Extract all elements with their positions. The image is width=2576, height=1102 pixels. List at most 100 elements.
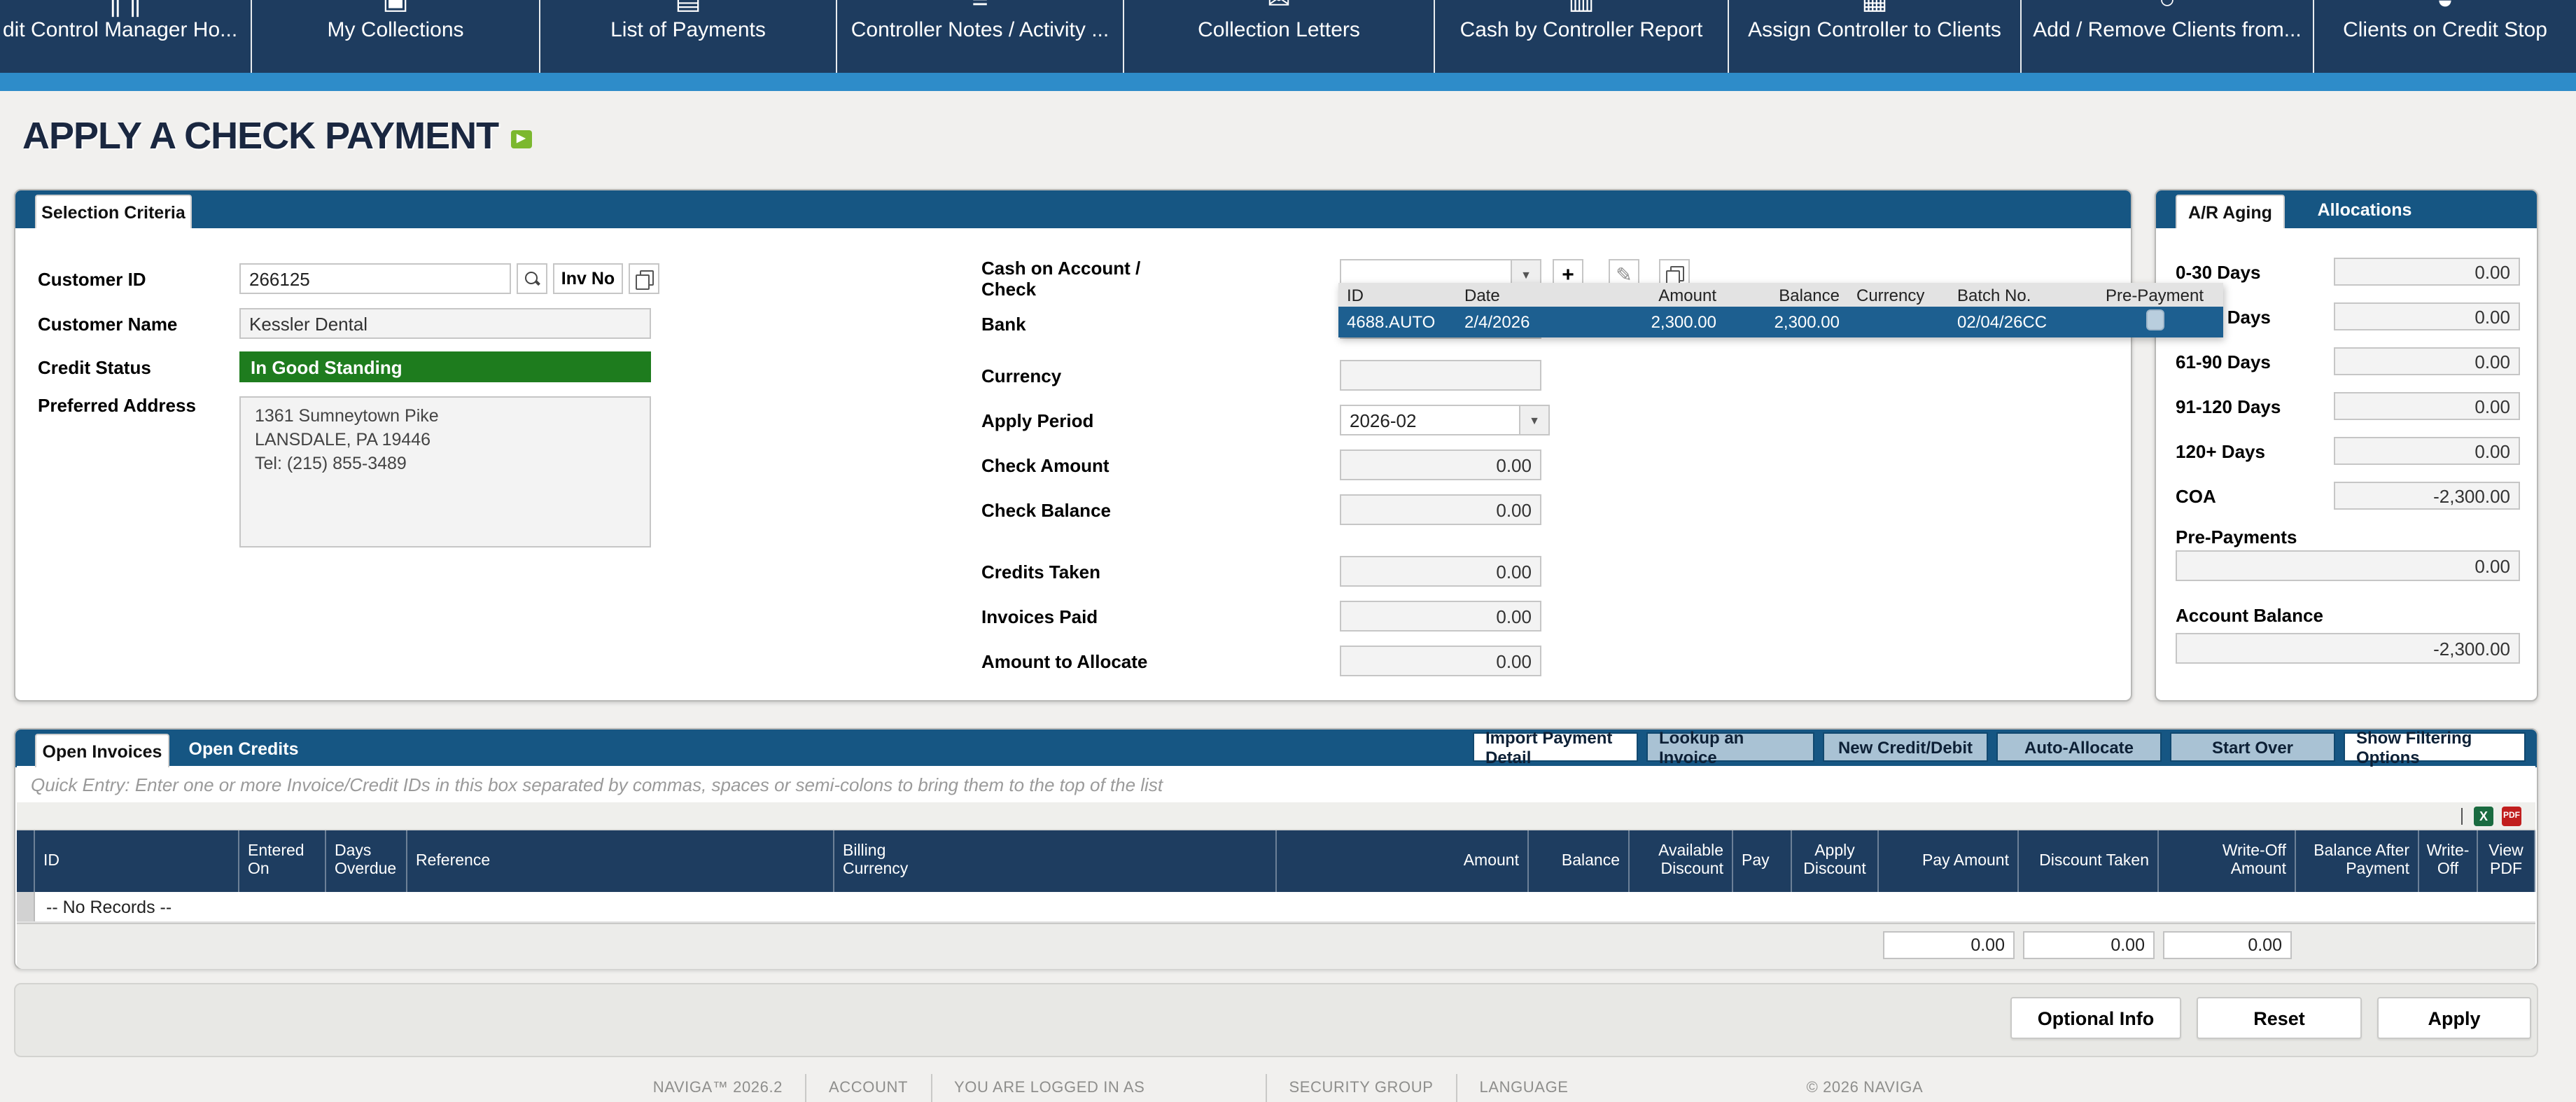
col-balance[interactable]: Balance	[1529, 830, 1630, 892]
dropdown-col-batch: Batch No.	[1949, 285, 2086, 305]
invoices-paid-label: Invoices Paid	[981, 606, 1098, 627]
lookup-invoice-button[interactable]: Lookup an Invoice	[1646, 732, 1814, 762]
col-reference[interactable]: Reference	[407, 830, 834, 892]
total-write-off-amount: 0.00	[2163, 931, 2292, 959]
dropdown-header-row: ID Date Amount Balance Currency Batch No…	[1338, 283, 2223, 307]
dropdown-col-balance: Balance	[1725, 285, 1848, 305]
check-balance-label: Check Balance	[981, 500, 1111, 521]
dropdown-col-id: ID	[1338, 285, 1456, 305]
col-entered-on[interactable]: Entered On	[239, 830, 326, 892]
tab-allocations[interactable]: Allocations	[2302, 190, 2428, 228]
credits-taken-label: Credits Taken	[981, 562, 1100, 583]
apply-button[interactable]: Apply	[2377, 997, 2531, 1039]
aging-61-90-label: 61-90 Days	[2176, 351, 2271, 372]
col-pay[interactable]: Pay	[1733, 830, 1792, 892]
nav-tab-assign-controller[interactable]: ▦ Assign Controller to Clients	[1729, 0, 2022, 73]
customer-search-button[interactable]	[517, 263, 547, 294]
aging-0-30-value: 0.00	[2334, 258, 2520, 286]
dropdown-col-currency: Currency	[1848, 285, 1949, 305]
selection-criteria-panel: Selection Criteria Customer ID 266125 In…	[14, 189, 2132, 702]
footer-divider	[805, 1074, 806, 1102]
nav-tab-list-of-payments[interactable]: ▤ List of Payments	[540, 0, 837, 73]
bank-label: Bank	[981, 314, 1026, 335]
bank-columns-icon: ║║	[106, 0, 146, 14]
aging-91-120-value: 0.00	[2334, 392, 2520, 420]
customer-name-field: Kessler Dental	[239, 308, 651, 339]
customer-id-label: Customer ID	[38, 269, 146, 290]
col-id[interactable]: ID	[35, 830, 239, 892]
footer: NAVIGA™ 2026.2 ACCOUNT YOU ARE LOGGED IN…	[0, 1070, 2576, 1102]
col-available-discount[interactable]: Available Discount	[1630, 830, 1733, 892]
customer-id-field[interactable]: 266125	[239, 263, 511, 294]
preferred-address-box: 1361 Sumneytown Pike LANSDALE, PA 19446 …	[239, 396, 651, 547]
footer-divider	[1265, 1074, 1266, 1102]
start-over-button[interactable]: Start Over	[2170, 732, 2335, 762]
tab-open-credits[interactable]: Open Credits	[181, 730, 307, 767]
report-icon: ▥	[1568, 0, 1595, 14]
apply-period-select[interactable]: 2026-02 ▼	[1340, 405, 1550, 435]
optional-info-button[interactable]: Optional Info	[2010, 997, 2181, 1039]
check-balance-field: 0.00	[1340, 494, 1541, 525]
payment-balance-cell: 2,300.00	[1725, 312, 1848, 332]
apply-period-label: Apply Period	[981, 410, 1093, 431]
col-discount-taken[interactable]: Discount Taken	[2019, 830, 2159, 892]
cash-on-account-label: Cash on Account / Check	[981, 258, 1149, 300]
copy-icon	[1666, 265, 1683, 284]
nav-tab-my-collections[interactable]: ▣ My Collections	[252, 0, 540, 73]
credit-status-label: Credit Status	[38, 357, 151, 378]
col-apply-discount[interactable]: Apply Discount	[1792, 830, 1879, 892]
invoice-toolbar: Import Payment Detail Lookup an Invoice …	[1473, 732, 2526, 763]
col-write-off-amount[interactable]: Write-Off Amount	[2159, 830, 2296, 892]
video-help-icon[interactable]	[511, 130, 532, 148]
quick-entry-input[interactable]	[31, 770, 2521, 798]
export-separator	[2461, 808, 2463, 825]
col-billing-currency[interactable]: Billing Currency	[834, 830, 1277, 892]
account-balance-value: -2,300.00	[2176, 633, 2520, 664]
chevron-down-icon[interactable]: ▼	[1519, 406, 1548, 434]
inv-no-button[interactable]: Inv No	[553, 263, 623, 294]
open-invoices-panel: Open Invoices Open Credits Import Paymen…	[14, 728, 2538, 969]
aging-91-120-label: 91-120 Days	[2176, 396, 2281, 417]
dropdown-col-prepayment: Pre-Payment	[2086, 285, 2223, 305]
import-payment-detail-button[interactable]: Import Payment Detail	[1473, 732, 1638, 762]
new-credit-debit-button[interactable]: New Credit/Debit	[1823, 732, 1988, 762]
total-discount-taken: 0.00	[2023, 931, 2155, 959]
nav-tab-credit-control-home[interactable]: ║║ dit Control Manager Ho...	[0, 0, 252, 73]
export-pdf-icon[interactable]: PDF	[2502, 807, 2521, 826]
col-balance-after-payment[interactable]: Balance After Payment	[2296, 830, 2419, 892]
col-amount[interactable]: Amount	[1277, 830, 1529, 892]
customer-copy-button[interactable]	[629, 263, 659, 294]
col-days-overdue[interactable]: Days Overdue	[326, 830, 407, 892]
export-excel-icon[interactable]: X	[2474, 807, 2493, 826]
credit-status-badge: In Good Standing	[239, 351, 651, 382]
currency-label: Currency	[981, 365, 1061, 386]
nav-tab-label: Collection Letters	[1198, 18, 1360, 42]
nav-tab-collection-letters[interactable]: ✉ Collection Letters	[1124, 0, 1435, 73]
footer-language: LANGUAGE	[1480, 1080, 1569, 1102]
col-selector	[17, 830, 35, 892]
tab-ar-aging[interactable]: A/R Aging	[2176, 195, 2285, 228]
show-filtering-options-button[interactable]: Show Filtering Options	[2344, 732, 2526, 762]
pre-payment-checkbox[interactable]	[2146, 309, 2164, 330]
dropdown-payment-row[interactable]: 4688.AUTO 2/4/2026 2,300.00 2,300.00 02/…	[1338, 307, 2223, 337]
auto-allocate-button[interactable]: Auto-Allocate	[1996, 732, 2162, 762]
selection-panel-header	[15, 190, 2131, 228]
nav-tab-add-remove-clients[interactable]: ○ Add / Remove Clients from...	[2022, 0, 2314, 73]
aging-coa-value: -2,300.00	[2334, 482, 2520, 510]
col-pay-amount[interactable]: Pay Amount	[1879, 830, 2019, 892]
nav-tab-clients-credit-stop[interactable]: ◒ Clients on Credit Stop	[2314, 0, 2576, 73]
nav-tab-controller-notes[interactable]: ≡ Controller Notes / Activity ...	[837, 0, 1124, 73]
notes-lines-icon: ≡	[972, 0, 988, 14]
nav-tab-cash-by-controller-report[interactable]: ▥ Cash by Controller Report	[1435, 0, 1729, 73]
currency-field	[1340, 360, 1541, 391]
footer-copyright: © 2026 NAVIGA	[1807, 1080, 1924, 1102]
col-view-pdf[interactable]: View PDF	[2478, 830, 2535, 892]
reset-button[interactable]: Reset	[2197, 997, 2362, 1039]
col-write-off[interactable]: Write-Off	[2419, 830, 2478, 892]
aging-0-30-label: 0-30 Days	[2176, 262, 2260, 283]
top-nav: ║║ dit Control Manager Ho... ▣ My Collec…	[0, 0, 2576, 73]
nav-tab-label: dit Control Manager Ho...	[3, 18, 237, 42]
invoice-table-header: ID Entered On Days Overdue Reference Bil…	[17, 830, 2535, 892]
tab-open-invoices[interactable]: Open Invoices	[35, 734, 169, 767]
tab-selection-criteria[interactable]: Selection Criteria	[35, 195, 192, 228]
